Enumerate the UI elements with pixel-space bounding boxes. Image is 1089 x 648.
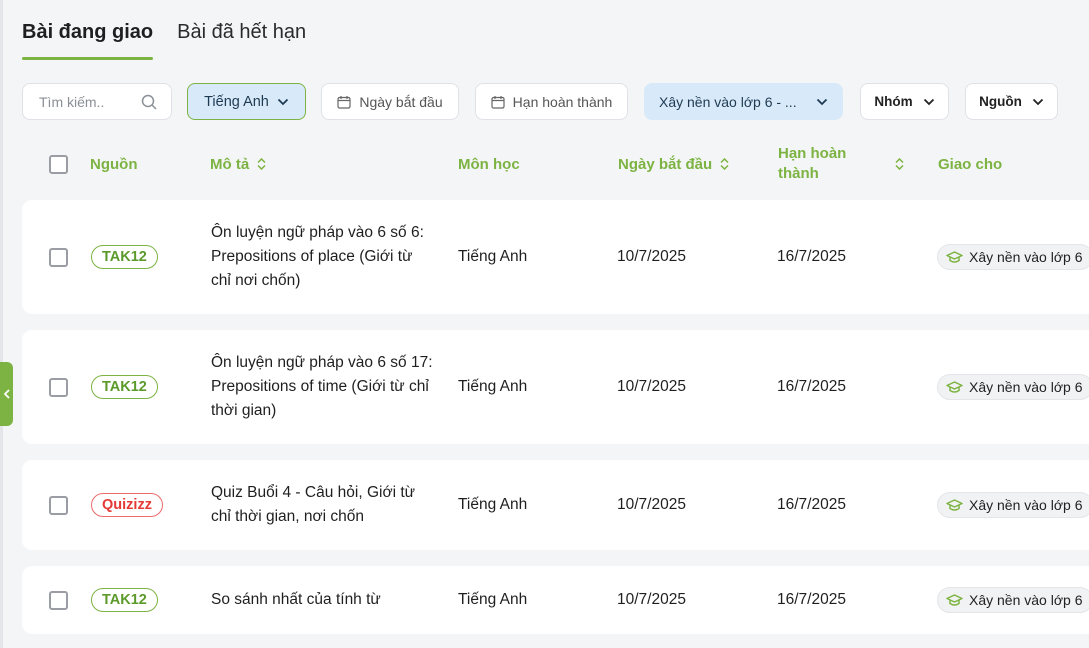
source-badge: Quizizz (91, 493, 163, 517)
start-date-filter-label: Ngày bắt đầu (359, 93, 443, 110)
table-row[interactable]: TAK12 Ôn luyện ngữ pháp vào 6 số 17: Pre… (22, 330, 1089, 444)
chevron-down-icon (1032, 98, 1044, 105)
row-description[interactable]: So sánh nhất của tính từ (211, 588, 381, 612)
class-filter-label: Xây nền vào lớp 6 - ... (659, 93, 797, 110)
search-icon (141, 94, 157, 110)
row-subject: Tiếng Anh (458, 591, 528, 608)
calendar-icon (337, 95, 351, 109)
source-filter[interactable]: Nguồn (965, 83, 1058, 120)
graduation-cap-icon (946, 380, 963, 393)
subject-filter[interactable]: Tiếng Anh (187, 83, 306, 120)
table-row[interactable]: TAK12 Ôn luyện ngữ pháp vào 6 số 6: Prep… (22, 200, 1089, 314)
column-header-description: Mô tả (210, 155, 250, 173)
tab-active-assignments[interactable]: Bài đang giao (22, 0, 154, 62)
sort-icon (720, 158, 729, 170)
row-start-date: 10/7/2025 (617, 496, 686, 513)
row-checkbox[interactable] (49, 247, 68, 267)
source-badge: TAK12 (91, 588, 158, 612)
subject-filter-label: Tiếng Anh (204, 93, 269, 110)
row-checkbox[interactable] (49, 590, 68, 610)
column-header-assigned-to: Giao cho (938, 155, 1003, 173)
row-start-date: 10/7/2025 (617, 591, 686, 608)
column-header-start-sortable[interactable]: Ngày bắt đầu (618, 138, 729, 190)
graduation-cap-icon (946, 250, 963, 263)
column-header-start-date: Ngày bắt đầu (618, 155, 713, 173)
row-due-date: 16/7/2025 (777, 591, 846, 608)
tab-expired-assignments[interactable]: Bài đã hết hạn (177, 0, 306, 62)
tab-bar: Bài đang giao Bài đã hết hạn (22, 0, 306, 62)
chevron-left-icon (3, 389, 10, 399)
graduation-cap-icon (946, 498, 963, 511)
table-row[interactable]: Quizizz Quiz Buổi 4 - Câu hỏi, Giới từ c… (22, 460, 1089, 550)
column-header-description-sortable[interactable]: Mô tả (210, 138, 266, 190)
row-subject: Tiếng Anh (458, 378, 528, 395)
row-description[interactable]: Ôn luyện ngữ pháp vào 6 số 17: Prepositi… (211, 351, 436, 423)
source-badge: TAK12 (91, 245, 158, 269)
table-row[interactable]: TAK12 So sánh nhất của tính từ Tiếng Anh… (22, 566, 1089, 634)
sort-icon (895, 158, 904, 170)
graduation-cap-icon (946, 593, 963, 606)
row-checkbox[interactable] (49, 495, 68, 515)
assigned-class-pill: Xây nền vào lớp 6 (937, 374, 1089, 400)
assigned-class-label: Xây nền vào lớp 6 (969, 497, 1083, 513)
assigned-class-label: Xây nền vào lớp 6 (969, 379, 1083, 395)
assigned-class-pill: Xây nền vào lớp 6 (937, 587, 1089, 613)
column-header-subject: Môn học (458, 155, 520, 173)
column-header-due-date: Hạn hoàn thành (778, 145, 847, 182)
source-filter-label: Nguồn (979, 94, 1022, 109)
sort-icon (257, 158, 266, 170)
group-filter-label: Nhóm (874, 94, 913, 109)
row-subject: Tiếng Anh (458, 248, 528, 265)
filter-bar: Tìm kiếm.. Tiếng Anh Ngày bắt đầu Hạn ho… (22, 83, 1089, 121)
due-date-filter-label: Hạn hoàn thành (512, 93, 613, 110)
chevron-down-icon (277, 98, 289, 105)
calendar-icon (491, 95, 505, 109)
row-due-date: 16/7/2025 (777, 248, 846, 265)
select-all-checkbox[interactable] (49, 154, 68, 174)
row-subject: Tiếng Anh (458, 496, 528, 513)
row-description[interactable]: Ôn luyện ngữ pháp vào 6 số 6: Prepositio… (211, 221, 436, 293)
row-due-date: 16/7/2025 (777, 496, 846, 513)
row-checkbox[interactable] (49, 377, 68, 397)
source-badge: TAK12 (91, 375, 158, 399)
search-placeholder: Tìm kiếm.. (39, 93, 105, 110)
row-due-date: 16/7/2025 (777, 378, 846, 395)
assigned-class-pill: Xây nền vào lớp 6 (937, 244, 1089, 270)
row-description[interactable]: Quiz Buổi 4 - Câu hỏi, Giới từ chỉ thời … (211, 481, 436, 529)
assigned-class-label: Xây nền vào lớp 6 (969, 592, 1083, 608)
column-header-source: Nguồn (90, 155, 138, 173)
group-filter[interactable]: Nhóm (860, 83, 949, 120)
class-filter[interactable]: Xây nền vào lớp 6 - ... (644, 83, 843, 120)
table-header: Nguồn Mô tả Môn học Ngày bắt đầu Hạn hoà… (22, 138, 1089, 190)
assigned-class-pill: Xây nền vào lớp 6 (937, 492, 1089, 518)
chevron-down-icon (816, 98, 828, 105)
row-start-date: 10/7/2025 (617, 378, 686, 395)
row-start-date: 10/7/2025 (617, 248, 686, 265)
left-edge (0, 0, 3, 648)
start-date-filter[interactable]: Ngày bắt đầu (321, 83, 459, 120)
due-date-filter[interactable]: Hạn hoàn thành (475, 83, 628, 120)
sidebar-toggle[interactable] (0, 362, 13, 426)
assigned-class-label: Xây nền vào lớp 6 (969, 249, 1083, 265)
search-input[interactable]: Tìm kiếm.. (22, 83, 172, 120)
column-header-due-sortable[interactable]: Hạn hoàn thành (778, 138, 904, 190)
chevron-down-icon (923, 98, 934, 105)
